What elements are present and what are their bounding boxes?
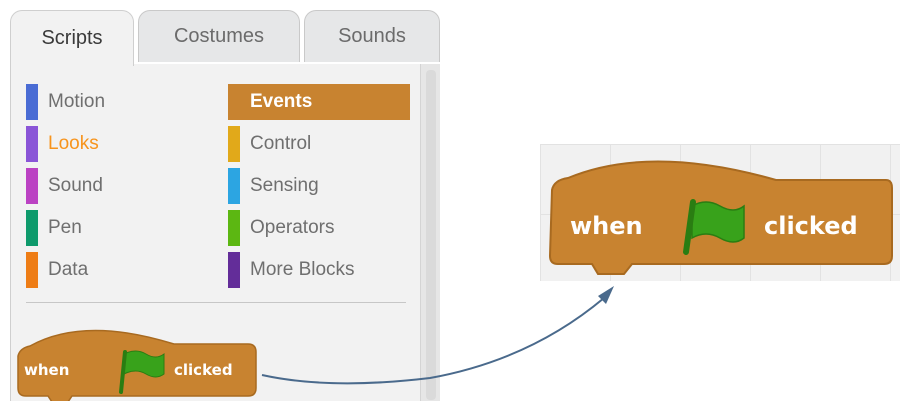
tab-scripts[interactable]: Scripts [10,10,134,66]
callout-arrow [261,286,614,385]
tab-scripts-label: Scripts [41,27,103,49]
